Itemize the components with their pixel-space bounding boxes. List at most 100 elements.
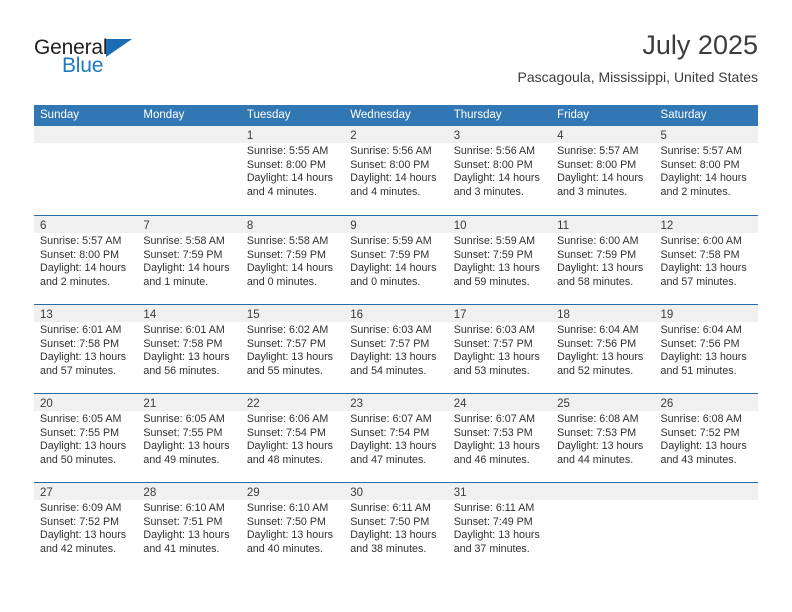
day-cell[interactable]: 3 Sunrise: 5:56 AM Sunset: 8:00 PM Daylight… — [447, 126, 552, 215]
sunset-text: Sunset: 7:56 PM — [660, 337, 740, 350]
sunset-text: Sunset: 7:52 PM — [40, 515, 120, 528]
day-number-band: 29 — [240, 483, 345, 500]
day-number-band: 6 — [34, 216, 138, 233]
day-cell[interactable]: 6 Sunrise: 5:57 AM Sunset: 8:00 PM Daylight… — [34, 216, 138, 304]
sunset-text: Sunset: 7:59 PM — [453, 248, 533, 261]
sunrise-text: Sunrise: 5:58 AM — [143, 235, 225, 247]
sunrise-text: Sunrise: 6:07 AM — [453, 413, 536, 425]
sunrise-text: Sunrise: 6:11 AM — [453, 502, 535, 514]
day-cell-empty — [551, 483, 655, 571]
daylight-text: Daylight: 13 hours and 53 minutes. — [453, 351, 540, 377]
day-number-band — [137, 126, 241, 143]
day-number: 1 — [246, 130, 254, 142]
sunrise-text: Sunrise: 6:10 AM — [143, 502, 225, 514]
day-cell[interactable]: 30 Sunrise: 6:11 AM Sunset: 7:50 PM Dayligh… — [344, 483, 448, 571]
day-cell[interactable]: 11 Sunrise: 6:00 AM Sunset: 7:59 PM Dayligh… — [551, 216, 655, 304]
daylight-text: Daylight: 13 hours and 56 minutes. — [143, 351, 230, 377]
daylight-text: Daylight: 13 hours and 54 minutes. — [350, 351, 437, 377]
sunset-text: Sunset: 7:59 PM — [557, 248, 637, 261]
day-number: 22 — [246, 398, 260, 410]
day-number-band: 31 — [447, 483, 552, 500]
daylight-text: Daylight: 14 hours and 4 minutes. — [246, 172, 333, 198]
day-details: Sunrise: 6:09 AM Sunset: 7:52 PM Daylight:… — [34, 500, 137, 556]
day-number: 20 — [40, 398, 53, 410]
sunrise-text: Sunrise: 5:57 AM — [40, 235, 122, 247]
day-number: 29 — [246, 487, 260, 499]
day-cell[interactable]: 17 Sunrise: 6:03 AM Sunset: 7:57 PM Dayligh… — [447, 305, 552, 393]
sunset-text: Sunset: 7:58 PM — [143, 337, 223, 350]
day-number-band: 14 — [137, 305, 241, 322]
day-cell[interactable]: 12 Sunrise: 6:00 AM Sunset: 7:58 PM Dayligh… — [654, 216, 758, 304]
day-cell[interactable]: 20 Sunrise: 6:05 AM Sunset: 7:55 PM Dayligh… — [34, 394, 138, 482]
day-details — [34, 143, 137, 145]
sunrise-text: Sunrise: 6:08 AM — [660, 413, 742, 425]
day-number-band: 18 — [551, 305, 655, 322]
day-cell[interactable]: 1 Sunrise: 5:55 AM Sunset: 8:00 PM Daylight… — [240, 126, 345, 215]
day-number-band: 27 — [34, 483, 138, 500]
day-number: 11 — [557, 220, 570, 232]
day-number-band: 10 — [447, 216, 552, 233]
day-cell[interactable]: 8 Sunrise: 5:58 AM Sunset: 7:59 PM Daylight… — [240, 216, 345, 304]
day-cell[interactable]: 7 Sunrise: 5:58 AM Sunset: 7:59 PM Daylight… — [137, 216, 241, 304]
daylight-text: Daylight: 13 hours and 42 minutes. — [40, 529, 127, 555]
day-details: Sunrise: 5:55 AM Sunset: 8:00 PM Daylight:… — [241, 143, 344, 199]
day-cell[interactable]: 26 Sunrise: 6:08 AM Sunset: 7:52 PM Dayligh… — [654, 394, 758, 482]
day-number-band: 16 — [344, 305, 448, 322]
day-details: Sunrise: 6:03 AM Sunset: 7:57 PM Daylight:… — [344, 322, 447, 378]
day-cell-empty — [137, 126, 241, 215]
sunrise-text: Sunrise: 5:56 AM — [350, 145, 432, 157]
day-cell[interactable]: 28 Sunrise: 6:10 AM Sunset: 7:51 PM Dayligh… — [137, 483, 241, 571]
day-cell[interactable]: 4 Sunrise: 5:57 AM Sunset: 8:00 PM Daylight… — [551, 126, 655, 215]
day-number-band: 28 — [137, 483, 241, 500]
daylight-text: Daylight: 13 hours and 47 minutes. — [350, 440, 437, 466]
day-cell[interactable]: 9 Sunrise: 5:59 AM Sunset: 7:59 PM Daylight… — [344, 216, 448, 304]
day-cell[interactable]: 13 Sunrise: 6:01 AM Sunset: 7:58 PM Dayligh… — [34, 305, 138, 393]
daylight-text: Daylight: 13 hours and 38 minutes. — [350, 529, 437, 555]
day-cell[interactable]: 14 Sunrise: 6:01 AM Sunset: 7:58 PM Dayligh… — [137, 305, 241, 393]
title-block: July 2025 Pascagoula, Mississippi, Unite… — [518, 28, 758, 87]
sunset-text: Sunset: 7:54 PM — [246, 426, 326, 439]
day-cell-empty — [34, 126, 138, 215]
sunset-text: Sunset: 7:57 PM — [246, 337, 326, 350]
day-cell[interactable]: 31 Sunrise: 6:11 AM Sunset: 7:49 PM Dayligh… — [447, 483, 552, 571]
day-cell[interactable]: 19 Sunrise: 6:04 AM Sunset: 7:56 PM Dayligh… — [654, 305, 758, 393]
daylight-text: Daylight: 14 hours and 4 minutes. — [350, 172, 437, 198]
day-cell[interactable]: 22 Sunrise: 6:06 AM Sunset: 7:54 PM Dayligh… — [240, 394, 345, 482]
sunrise-text: Sunrise: 6:00 AM — [557, 235, 639, 247]
day-number-band: 17 — [447, 305, 552, 322]
day-cell[interactable]: 24 Sunrise: 6:07 AM Sunset: 7:53 PM Dayligh… — [447, 394, 552, 482]
daylight-text: Daylight: 14 hours and 2 minutes. — [40, 262, 127, 288]
day-cell[interactable]: 27 Sunrise: 6:09 AM Sunset: 7:52 PM Dayligh… — [34, 483, 138, 571]
day-cell-empty — [654, 483, 758, 571]
day-number-band: 11 — [551, 216, 655, 233]
day-cell[interactable]: 16 Sunrise: 6:03 AM Sunset: 7:57 PM Dayligh… — [344, 305, 448, 393]
day-number-band: 8 — [240, 216, 345, 233]
sunset-text: Sunset: 7:55 PM — [40, 426, 120, 439]
day-cell[interactable]: 23 Sunrise: 6:07 AM Sunset: 7:54 PM Dayligh… — [344, 394, 448, 482]
sunrise-text: Sunrise: 6:05 AM — [40, 413, 122, 425]
day-cell[interactable]: 18 Sunrise: 6:04 AM Sunset: 7:56 PM Dayligh… — [551, 305, 655, 393]
calendar-table: Sunday Monday Tuesday Wednesday Thursday Frid… — [34, 105, 758, 571]
weekday-header-row: Sunday Monday Tuesday Wednesday Thursday Frid… — [34, 105, 758, 126]
day-cell[interactable]: 25 Sunrise: 6:08 AM Sunset: 7:53 PM Dayligh… — [551, 394, 655, 482]
day-details: Sunrise: 6:11 AM Sunset: 7:49 PM Daylight:… — [448, 500, 551, 556]
sunrise-text: Sunrise: 5:59 AM — [453, 235, 536, 247]
calendar-week-row: 6 Sunrise: 5:57 AM Sunset: 8:00 PM Daylight… — [34, 215, 758, 304]
day-number-band: 5 — [654, 126, 758, 143]
sunrise-text: Sunrise: 5:57 AM — [660, 145, 742, 157]
day-number-band: 22 — [240, 394, 345, 411]
day-number-band: 21 — [137, 394, 241, 411]
daylight-text: Daylight: 13 hours and 57 minutes. — [40, 351, 127, 377]
day-cell[interactable]: 2 Sunrise: 5:56 AM Sunset: 8:00 PM Daylight… — [344, 126, 448, 215]
day-cell[interactable]: 21 Sunrise: 6:05 AM Sunset: 7:55 PM Dayligh… — [137, 394, 241, 482]
day-cell[interactable]: 5 Sunrise: 5:57 AM Sunset: 8:00 PM Daylight… — [654, 126, 758, 215]
day-details: Sunrise: 6:01 AM Sunset: 7:58 PM Daylight:… — [137, 322, 240, 378]
day-cell[interactable]: 10 Sunrise: 5:59 AM Sunset: 7:59 PM Dayligh… — [447, 216, 552, 304]
day-details: Sunrise: 6:03 AM Sunset: 7:57 PM Daylight:… — [448, 322, 551, 378]
day-number: 5 — [660, 130, 667, 142]
daylight-text: Daylight: 13 hours and 41 minutes. — [143, 529, 230, 555]
general-blue-logo[interactable]: General Blue — [34, 36, 164, 88]
day-cell[interactable]: 15 Sunrise: 6:02 AM Sunset: 7:57 PM Dayligh… — [240, 305, 345, 393]
day-cell[interactable]: 29 Sunrise: 6:10 AM Sunset: 7:50 PM Dayligh… — [240, 483, 345, 571]
day-details: Sunrise: 6:04 AM Sunset: 7:56 PM Daylight:… — [655, 322, 758, 378]
